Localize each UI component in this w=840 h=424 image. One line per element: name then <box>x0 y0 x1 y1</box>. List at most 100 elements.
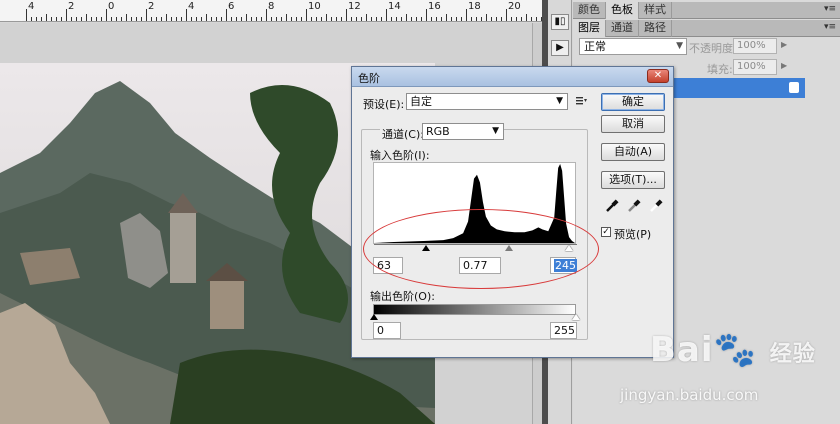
preview-checkbox[interactable]: ✓ <box>601 227 611 237</box>
ruler-tick <box>341 17 342 21</box>
ruler-tick <box>156 17 157 21</box>
tab-channels[interactable]: 通道 <box>606 20 639 37</box>
output-white-slider[interactable] <box>572 314 580 320</box>
ruler-tick <box>501 17 502 21</box>
ruler-tick <box>396 17 397 21</box>
dialog-title: 色阶 <box>358 72 380 85</box>
ruler-tick <box>101 17 102 21</box>
preset-value: 自定 <box>410 95 432 108</box>
chevron-down-icon: ▼ <box>492 126 499 136</box>
ruler-tick <box>316 17 317 21</box>
channel-select[interactable]: RGB ▼ <box>422 123 504 140</box>
annotation-ellipse <box>363 209 599 289</box>
history-panel-icon[interactable]: ▮▯ <box>551 14 569 30</box>
ruler-tick <box>336 17 337 21</box>
white-eyedropper-icon[interactable] <box>649 199 663 213</box>
ruler-tick <box>146 9 147 21</box>
output-black-slider[interactable] <box>370 314 378 320</box>
ruler-tick <box>41 17 42 21</box>
baidu-watermark: Bai🐾 经验 jingyan.baidu.com <box>610 326 840 424</box>
ruler-tick <box>236 17 237 21</box>
output-black-field[interactable]: 0 <box>373 322 401 339</box>
layers-panel-menu-icon[interactable]: ▾≡ <box>824 22 836 32</box>
ruler-tick <box>516 17 517 21</box>
ruler-tick <box>51 17 52 21</box>
baidu-logo: Bai🐾 经验 <box>650 330 816 370</box>
ruler-tick <box>116 17 117 21</box>
tab-paths[interactable]: 路径 <box>639 20 672 37</box>
input-levels-label: 输入色阶(I): <box>370 149 430 162</box>
opacity-arrow-icon[interactable]: ▶ <box>781 40 787 49</box>
ruler-tick <box>136 17 137 21</box>
black-eyedropper-icon[interactable] <box>605 199 619 213</box>
ruler-tick <box>491 17 492 21</box>
ruler-tick <box>201 17 202 21</box>
ruler-tick <box>161 17 162 21</box>
output-white-field[interactable]: 255 <box>550 322 577 339</box>
ruler-tick <box>406 14 407 21</box>
ruler-label: 8 <box>268 1 275 12</box>
gray-eyedropper-icon[interactable] <box>627 199 641 213</box>
options-button[interactable]: 选项(T)... <box>601 171 665 189</box>
ruler-tick <box>216 17 217 21</box>
ruler-tick <box>486 14 487 21</box>
tab-styles[interactable]: 样式 <box>639 2 672 19</box>
blend-mode-value: 正常 <box>584 40 606 53</box>
tab-swatches[interactable]: 色板 <box>606 2 639 19</box>
layers-panel-tabs: 图层 通道 路径 ▾≡ <box>573 20 840 37</box>
ruler-tick <box>61 17 62 21</box>
output-gradient-bar <box>373 304 576 315</box>
horizontal-ruler: 4 2 0 2 4 6 8 10 12 14 16 18 20 <box>0 0 542 22</box>
ruler-tick <box>301 17 302 21</box>
ruler-tick <box>181 17 182 21</box>
ruler-tick <box>281 17 282 21</box>
fill-label: 填充: <box>707 63 733 76</box>
ruler-tick <box>251 17 252 21</box>
ruler-tick <box>346 9 347 21</box>
fill-field[interactable]: 100% <box>733 59 777 75</box>
preset-options-icon[interactable] <box>575 95 587 107</box>
blend-mode-select[interactable]: 正常 ▼ <box>579 38 687 55</box>
ruler-tick <box>511 17 512 21</box>
preset-select[interactable]: 自定 ▼ <box>406 93 568 110</box>
ruler-tick <box>466 9 467 21</box>
ruler-tick <box>111 17 112 21</box>
tab-layers[interactable]: 图层 <box>573 20 606 37</box>
tab-color[interactable]: 颜色 <box>573 2 606 19</box>
panel-menu-icon[interactable]: ▾≡ <box>824 4 836 14</box>
ruler-tick <box>286 14 287 21</box>
ruler-tick <box>196 17 197 21</box>
ok-button[interactable]: 确定 <box>601 93 665 111</box>
chevron-down-icon: ▼ <box>676 41 683 51</box>
ruler-tick <box>321 17 322 21</box>
ruler-label: 20 <box>508 1 521 12</box>
actions-panel-icon[interactable]: ▶ <box>551 40 569 56</box>
ruler-tick <box>526 14 527 21</box>
ruler-tick <box>416 17 417 21</box>
cancel-button[interactable]: 取消 <box>601 115 665 133</box>
fill-arrow-icon[interactable]: ▶ <box>781 61 787 70</box>
ruler-tick <box>26 9 27 21</box>
ruler-tick <box>271 17 272 21</box>
preset-label: 预设(E): <box>363 98 405 111</box>
ruler-label: 18 <box>468 1 481 12</box>
ruler-tick <box>121 17 122 21</box>
channel-value: RGB <box>426 125 450 138</box>
ruler-label: 2 <box>148 1 155 12</box>
ruler-tick <box>381 17 382 21</box>
ruler-tick <box>471 17 472 21</box>
close-button[interactable]: ✕ <box>647 69 669 83</box>
auto-button[interactable]: 自动(A) <box>601 143 665 161</box>
ruler-tick <box>326 14 327 21</box>
opacity-field[interactable]: 100% <box>733 38 777 54</box>
ruler-tick <box>191 17 192 21</box>
ruler-tick <box>446 14 447 21</box>
ruler-tick <box>291 17 292 21</box>
ruler-tick <box>481 17 482 21</box>
ruler-tick <box>411 17 412 21</box>
ruler-tick <box>371 17 372 21</box>
dialog-titlebar[interactable]: 色阶 ✕ <box>352 67 673 87</box>
ruler-tick <box>71 17 72 21</box>
ruler-label: 14 <box>388 1 401 12</box>
ruler-tick <box>246 14 247 21</box>
